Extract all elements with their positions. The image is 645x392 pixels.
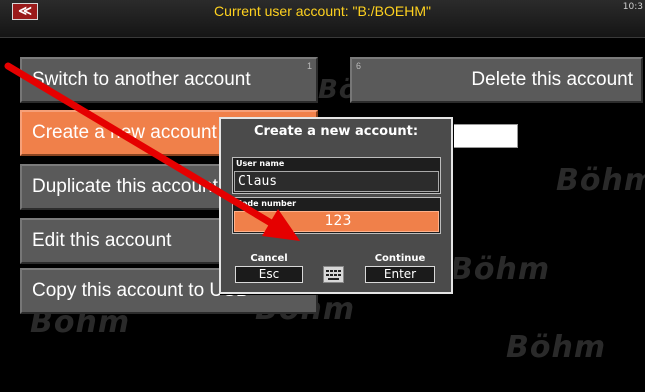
code-number-input[interactable]: 123	[234, 211, 439, 232]
create-account-label: Create a new account	[32, 122, 217, 143]
bohm-watermark-logo: Böhm	[556, 163, 645, 198]
cancel-label: Cancel	[250, 253, 288, 264]
top-bar: ≪ Current user account: "B:/BOEHM" 10:3	[0, 0, 645, 38]
keyboard-icon[interactable]	[323, 266, 344, 283]
dialog-title: Create a new account:	[253, 124, 419, 139]
switch-account-label: Switch to another account	[32, 69, 251, 90]
bohm-watermark-logo: Böhm	[450, 252, 551, 287]
clock: 10:3	[622, 2, 643, 12]
continue-label: Continue	[374, 253, 426, 264]
username-label: User name	[236, 159, 285, 168]
esc-button[interactable]: Esc	[235, 266, 303, 283]
softkey-number: 6	[356, 61, 362, 71]
enter-button[interactable]: Enter	[365, 266, 435, 283]
softkey-number: 1	[306, 61, 312, 71]
create-account-dialog: Create a new account: User name Claus Co…	[219, 117, 453, 294]
delete-account-button[interactable]: 6 Delete this account	[350, 57, 643, 103]
duplicate-account-label: Duplicate this account	[32, 176, 218, 197]
username-input[interactable]: Claus	[234, 171, 439, 192]
code-number-field[interactable]: Code number 123	[232, 197, 441, 234]
delete-account-label: Delete this account	[471, 69, 633, 90]
organ-screen: ≪ Current user account: "B:/BOEHM" 10:3 …	[0, 0, 645, 392]
edit-account-label: Edit this account	[32, 230, 172, 251]
switch-account-button[interactable]: Switch to another account 1	[20, 57, 318, 103]
username-field[interactable]: User name Claus	[232, 157, 441, 194]
copy-account-label: Copy this account to USB	[32, 280, 249, 301]
code-number-label: Code number	[236, 199, 297, 208]
bohm-watermark-logo: Böhm	[506, 330, 607, 365]
page-title: Current user account: "B:/BOEHM"	[214, 3, 431, 19]
